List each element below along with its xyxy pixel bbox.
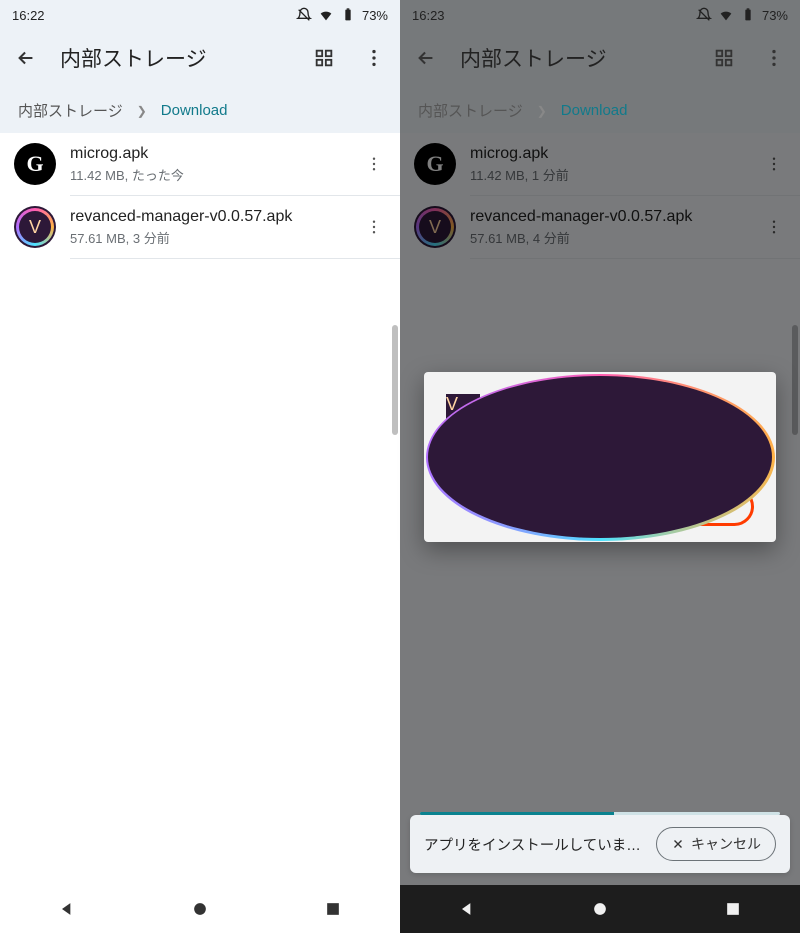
status-time: 16:23 — [412, 8, 445, 23]
circle-icon — [590, 899, 610, 919]
more-vert-icon — [763, 47, 785, 69]
install-dialog: V ReVanced Manager このアプリをインストールしますか？ キャン… — [424, 372, 776, 542]
file-row[interactable]: V revanced-manager-v0.0.57.apk 57.61 MB,… — [0, 196, 400, 258]
status-bar: 16:23 73% — [400, 0, 800, 30]
more-vert-icon — [365, 218, 383, 236]
app-icon-microg: G — [14, 143, 56, 185]
triangle-left-icon — [457, 899, 477, 919]
file-name: revanced-manager-v0.0.57.apk — [70, 208, 344, 226]
chevron-right-icon: ❯ — [137, 104, 147, 118]
battery-percent: 73% — [362, 8, 388, 23]
square-icon — [723, 899, 743, 919]
nav-home-button[interactable] — [590, 899, 610, 919]
app-bar: 内部ストレージ — [400, 30, 800, 86]
nav-back-button[interactable] — [57, 899, 77, 919]
grid-icon — [313, 47, 335, 69]
nav-bar — [0, 885, 400, 933]
close-icon — [671, 837, 685, 851]
page-title: 内部ストレージ — [60, 43, 290, 73]
arrow-left-icon — [15, 47, 37, 69]
divider — [70, 258, 400, 259]
breadcrumb-current[interactable]: Download — [161, 102, 228, 119]
file-list: G microg.apk 11.42 MB, たった今 V revanced-m… — [0, 133, 400, 933]
app-icon-revanced: V — [14, 206, 56, 248]
file-overflow-button[interactable] — [358, 218, 390, 236]
breadcrumb-root[interactable]: 内部ストレージ — [18, 100, 123, 121]
battery-icon — [340, 7, 356, 23]
nav-recents-button[interactable] — [723, 899, 743, 919]
breadcrumb-current[interactable]: Download — [561, 102, 628, 119]
page-title: 内部ストレージ — [460, 43, 690, 73]
app-icon-revanced: V — [446, 394, 480, 428]
dnd-icon — [696, 7, 712, 23]
snackbar-message: アプリをインストールしていま… — [424, 834, 641, 855]
wifi-icon — [718, 7, 734, 23]
file-meta: 57.61 MB, 3 分前 — [70, 228, 344, 247]
battery-percent: 73% — [762, 8, 788, 23]
back-button[interactable] — [10, 42, 42, 74]
circle-icon — [190, 899, 210, 919]
nav-back-button[interactable] — [457, 899, 477, 919]
breadcrumb: 内部ストレージ ❯ Download — [0, 86, 400, 133]
grid-icon — [713, 47, 735, 69]
breadcrumb-root[interactable]: 内部ストレージ — [418, 100, 523, 121]
battery-icon — [740, 7, 756, 23]
overflow-button[interactable] — [758, 42, 790, 74]
arrow-left-icon — [415, 47, 437, 69]
dnd-icon — [296, 7, 312, 23]
breadcrumb: 内部ストレージ ❯ Download — [400, 86, 800, 133]
more-vert-icon — [365, 155, 383, 173]
square-icon — [323, 899, 343, 919]
status-bar: 16:22 73% — [0, 0, 400, 30]
more-vert-icon — [363, 47, 385, 69]
progress-bar — [420, 812, 780, 815]
view-grid-button[interactable] — [308, 42, 340, 74]
view-grid-button[interactable] — [708, 42, 740, 74]
file-row[interactable]: G microg.apk 11.42 MB, たった今 — [0, 133, 400, 195]
snackbar-cancel-label: キャンセル — [691, 834, 761, 854]
triangle-left-icon — [57, 899, 77, 919]
file-overflow-button[interactable] — [358, 155, 390, 173]
wifi-icon — [318, 7, 334, 23]
file-meta: 11.42 MB, たった今 — [70, 165, 344, 184]
file-name: microg.apk — [70, 145, 344, 163]
nav-home-button[interactable] — [190, 899, 210, 919]
app-bar: 内部ストレージ — [0, 30, 400, 86]
scroll-handle[interactable] — [392, 325, 398, 435]
overflow-button[interactable] — [358, 42, 390, 74]
nav-recents-button[interactable] — [323, 899, 343, 919]
status-time: 16:22 — [12, 8, 45, 23]
chevron-right-icon: ❯ — [537, 104, 547, 118]
install-snackbar: アプリをインストールしていま… キャンセル — [410, 815, 790, 873]
snackbar-cancel-button[interactable]: キャンセル — [656, 827, 776, 861]
back-button[interactable] — [410, 42, 442, 74]
nav-bar — [400, 885, 800, 933]
scroll-handle[interactable] — [792, 325, 798, 435]
